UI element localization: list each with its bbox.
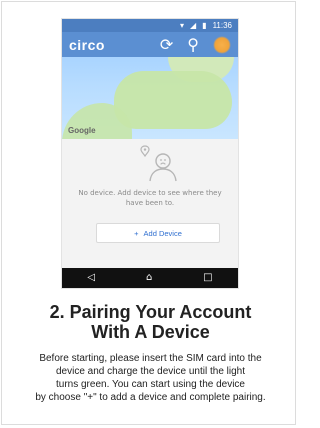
phone-screenshot: ▾ ◢ ▮ 11:36 circo ⟳ ⚲ Google No device. … <box>62 19 238 288</box>
appbar-icons: ⟳ ⚲ <box>160 35 231 54</box>
app-logo: circo <box>69 36 105 53</box>
status-bar: ▾ ◢ ▮ 11:36 <box>62 19 238 32</box>
person-icon[interactable]: ⚲ <box>187 35 199 54</box>
description-line-4: by choose "+" to add a device and comple… <box>35 392 266 403</box>
map-watermark: Google <box>68 126 96 135</box>
home-icon[interactable]: ⌂ <box>146 273 152 283</box>
empty-state: No device. Add device to see where they … <box>62 139 238 268</box>
map-view[interactable]: Google <box>62 57 238 139</box>
battery-icon: ▮ <box>202 21 207 30</box>
refresh-icon[interactable]: ⟳ <box>160 35 173 54</box>
step-title-line1: 2. Pairing Your Account <box>49 302 252 322</box>
user-placeholder-icon <box>149 153 177 182</box>
tutorial-card: ▾ ◢ ▮ 11:36 circo ⟳ ⚲ Google No device. … <box>1 1 296 425</box>
menu-icon[interactable] <box>213 35 231 54</box>
status-time: 11:36 <box>212 21 232 30</box>
step-title-line2: With A Device <box>91 322 210 342</box>
signal-icon: ▾ <box>179 21 184 30</box>
empty-message: No device. Add device to see where they … <box>78 189 222 207</box>
back-icon[interactable]: ◁ <box>87 273 95 283</box>
description-line-2: device and charge the device until the l… <box>55 366 245 377</box>
map-land-europe <box>114 71 232 129</box>
wifi-icon: ◢ <box>190 21 197 30</box>
plus-icon: + <box>134 228 139 238</box>
add-device-label: Add Device <box>143 228 182 238</box>
description-line-3: turns green. You can start using the dev… <box>55 379 245 390</box>
step-title: 2. Pairing Your Account With A Device <box>2 302 299 342</box>
app-bar: circo ⟳ ⚲ <box>62 32 238 57</box>
recents-icon[interactable]: □ <box>203 273 212 283</box>
add-device-button[interactable]: + Add Device <box>96 223 220 243</box>
description-line-1: Before starting, please insert the SIM c… <box>39 353 262 364</box>
step-description: Before starting, please insert the SIM c… <box>12 352 289 404</box>
android-nav-bar: ◁ ⌂ □ <box>62 268 238 288</box>
